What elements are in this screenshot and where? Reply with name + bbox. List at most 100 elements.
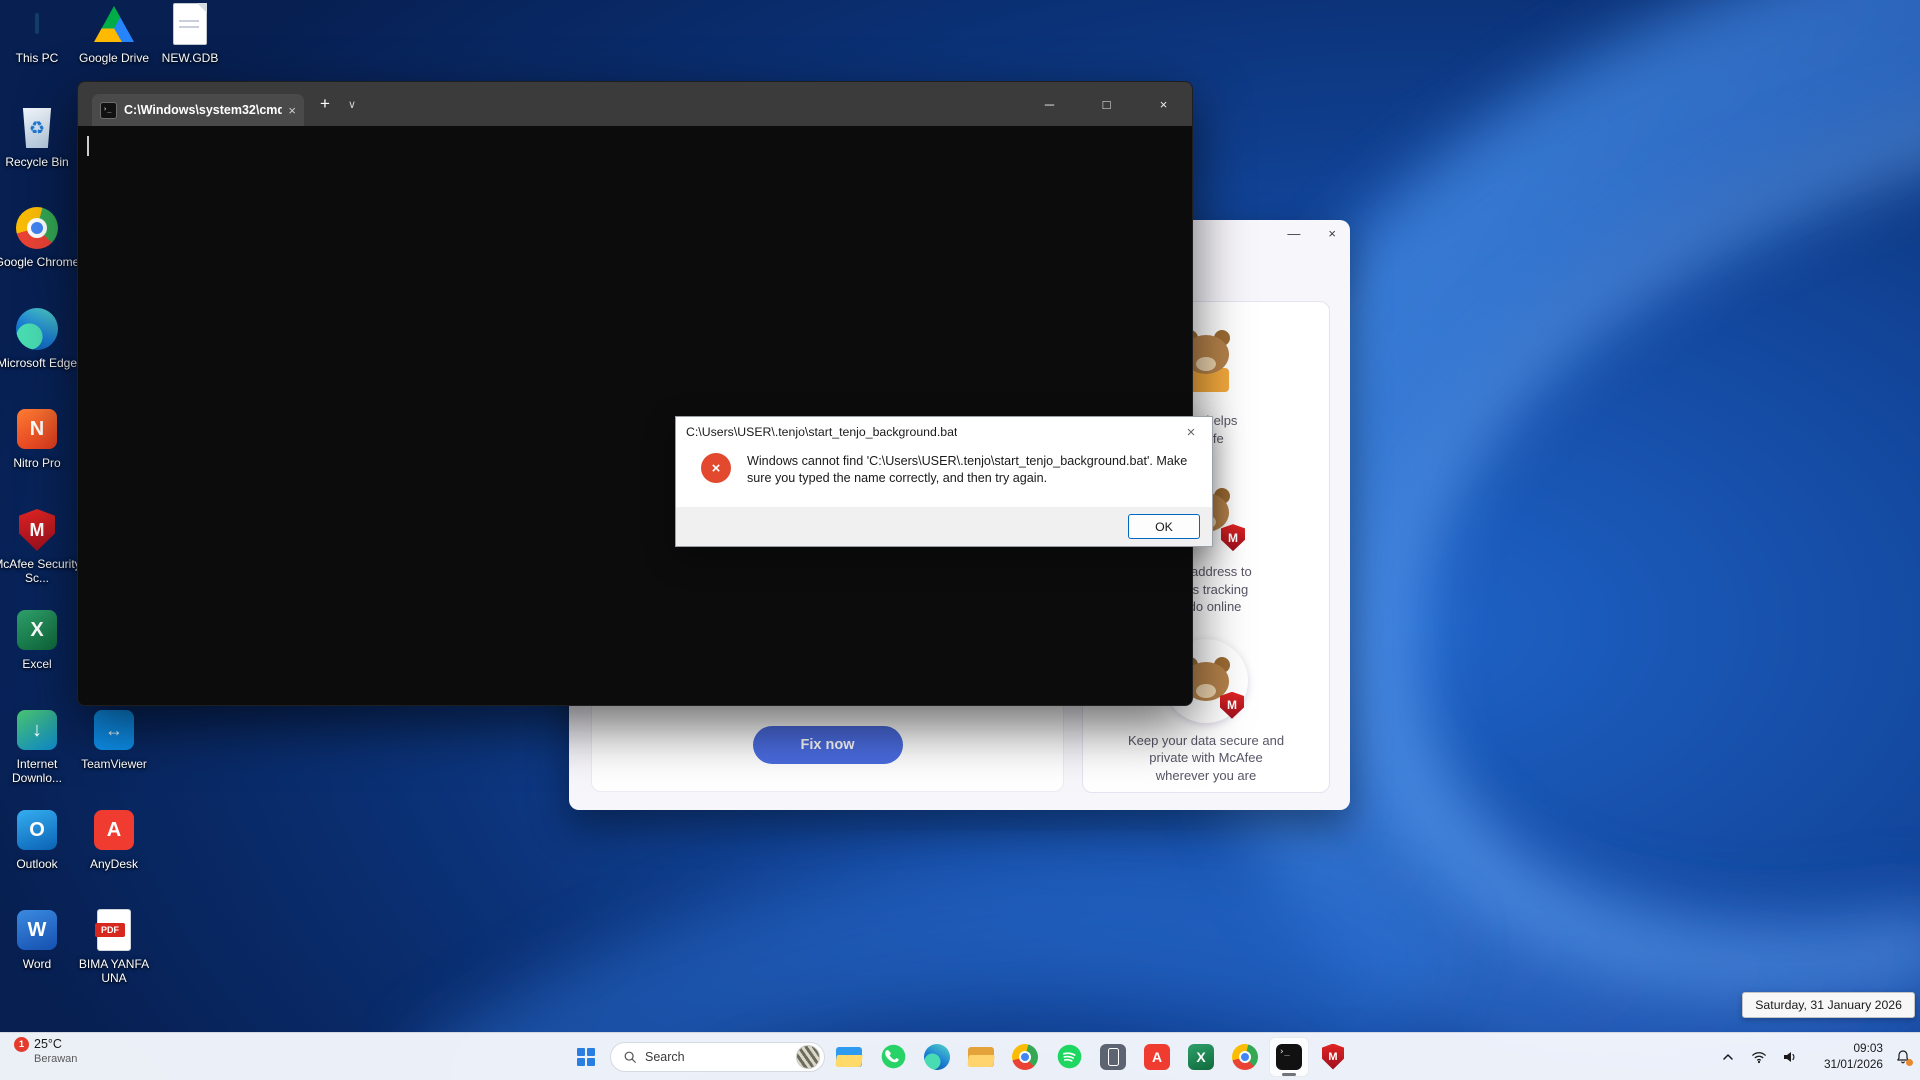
this-pc-icon [14,1,60,47]
terminal-tab[interactable]: ›_ C:\Windows\system32\cmd.e × [92,94,304,126]
dialog-title: C:\Users\USER\.tenjo\start_tenjo_backgro… [686,425,957,439]
nitro-pro-icon: N [14,406,60,452]
taskbar: 1 25°C Berawan Search AX ›_ M [0,1032,1920,1080]
search-box[interactable]: Search [610,1042,825,1072]
desktop-icon-label: This PC [0,51,81,65]
desktop-icon-nitro-pro[interactable]: NNitro Pro [0,406,81,470]
desktop-icon-recycle-bin[interactable]: ♻ Recycle Bin [0,105,81,169]
bima-yanfa-una-icon: PDF [91,907,137,953]
taskbar-app-phone-link[interactable] [1093,1037,1133,1077]
taskbar-app-file-explorer[interactable] [829,1037,869,1077]
desktop-icon-new-gdb[interactable]: NEW.GDB [146,1,234,65]
tray-time: 09:03 [1811,1041,1883,1056]
desktop-icon-bima-yanfa-una[interactable]: PDFBIMA YANFA UNA [70,907,158,985]
search-daily-image[interactable] [796,1045,820,1069]
mcafee-close-button[interactable]: × [1328,226,1336,241]
file-explorer-icon [836,1047,862,1067]
system-tray: 09:03 31/01/2026 [1708,1033,1920,1080]
outlook-icon: O [14,807,60,853]
desktop-icon-outlook[interactable]: O Outlook [0,807,81,871]
anydesk-icon: A [1144,1044,1170,1070]
desktop-icon-label: Excel [0,657,81,671]
dialog-close-icon[interactable]: × [1180,424,1202,441]
notification-bell-icon[interactable] [1892,1046,1914,1068]
spotify-icon [1056,1043,1083,1070]
taskbar-app-whatsapp[interactable] [873,1037,913,1077]
teamviewer-icon: ↔ [91,707,137,753]
desktop-icon-teamviewer[interactable]: ↔ TeamViewer [70,707,158,771]
desktop-icon-google-chrome[interactable]: Google Chrome [0,205,81,269]
search-placeholder: Search [645,1050,788,1064]
wifi-icon[interactable] [1748,1046,1770,1068]
taskbar-app-edge[interactable] [917,1037,957,1077]
taskbar-app-excel[interactable]: X [1181,1037,1221,1077]
internet-download-manager-icon: ↓ [14,707,60,753]
new-tab-button[interactable]: + [320,94,330,114]
taskbar-center: Search AX ›_ M [566,1033,1353,1080]
taskbar-app-terminal[interactable]: ›_ [1269,1037,1309,1077]
desktop-icon-label: TeamViewer [70,757,158,771]
terminal-close-button[interactable]: × [1135,82,1192,126]
desktop-icon-microsoft-edge[interactable]: Microsoft Edge [0,306,81,370]
mcafee-action-card: Fix now [591,698,1064,792]
chrome-2-icon [1232,1044,1258,1070]
taskbar-app-anydesk[interactable]: A [1137,1037,1177,1077]
desktop: This PCGoogle DriveNEW.GDB ♻ Recycle Bin Go… [0,0,1920,1080]
desktop-icon-label: Word [0,957,81,971]
dialog-titlebar[interactable]: C:\Users\USER\.tenjo\start_tenjo_backgro… [676,417,1212,447]
mcafee-icon: M [1322,1044,1344,1070]
desktop-icon-label: AnyDesk [70,857,158,871]
taskbar-app-mcafee[interactable]: M [1313,1037,1353,1077]
terminal-icon: ›_ [1276,1044,1302,1070]
tab-close-icon[interactable]: × [288,103,296,118]
microsoft-edge-icon [14,306,60,352]
taskbar-clock[interactable]: 09:03 31/01/2026 [1811,1041,1883,1072]
cmd-icon: ›_ [100,102,117,119]
desktop-icon-label: Recycle Bin [0,155,81,169]
mcafee-tip-text: Keep your data secure and private with M… [1128,732,1284,785]
google-drive-icon [91,1,137,47]
start-button[interactable] [566,1037,606,1077]
terminal-minimize-button[interactable]: ─ [1021,82,1078,126]
ok-button[interactable]: OK [1128,514,1200,539]
desktop-icon-anydesk[interactable]: A AnyDesk [70,807,158,871]
taskbar-app-chrome[interactable] [1005,1037,1045,1077]
chrome-icon [1012,1044,1038,1070]
fix-now-button[interactable]: Fix now [753,726,903,764]
whatsapp-icon [880,1043,907,1070]
dialog-body: × Windows cannot find 'C:\Users\USER\.te… [676,447,1212,487]
excel-icon: X [1188,1044,1214,1070]
taskbar-app-chrome-2[interactable] [1225,1037,1265,1077]
dialog-message: Windows cannot find 'C:\Users\USER\.tenj… [747,453,1198,487]
desktop-icon-label: Microsoft Edge [0,356,81,370]
recycle-bin-icon: ♻ [14,105,60,151]
tray-chevron-icon[interactable] [1717,1046,1739,1068]
tab-dropdown-icon[interactable]: ∨ [348,98,356,111]
desktop-icon-label: Outlook [0,857,81,871]
tray-date: 31/01/2026 [1811,1057,1883,1072]
desktop-icon-google-drive[interactable]: Google Drive [70,1,158,65]
mcafee-minimize-button[interactable]: — [1287,226,1300,241]
terminal-cursor [87,136,89,156]
desktop-icon-word[interactable]: WWord [0,907,81,971]
desktop-icon-excel[interactable]: XExcel [0,607,81,671]
folder-icon [968,1047,994,1067]
windows-logo-icon [577,1048,595,1066]
edge-icon [924,1044,950,1070]
desktop-icon-internet-download-manager[interactable]: ↓Internet Downlo... [0,707,81,785]
desktop-icon-this-pc[interactable]: This PC [0,1,81,65]
taskbar-app-folder[interactable] [961,1037,1001,1077]
taskbar-app-spotify[interactable] [1049,1037,1089,1077]
terminal-titlebar[interactable]: ›_ C:\Windows\system32\cmd.e × + ∨ ─ □ × [78,82,1192,126]
taskbar-weather[interactable]: 1 25°C Berawan [14,1037,77,1066]
anydesk-icon: A [91,807,137,853]
volume-icon[interactable] [1779,1046,1801,1068]
phone-link-icon [1100,1044,1126,1070]
error-icon: × [701,453,731,483]
notification-badge: 1 [14,1037,29,1052]
date-tooltip: Saturday, 31 January 2026 [1742,992,1915,1018]
taskbar-apps: AX ›_ M [829,1037,1353,1077]
terminal-maximize-button[interactable]: □ [1078,82,1135,126]
desktop-icon-mcafee-security-scan[interactable]: MMcAfee Security Sc... [0,507,81,585]
error-dialog: C:\Users\USER\.tenjo\start_tenjo_backgro… [675,416,1213,547]
